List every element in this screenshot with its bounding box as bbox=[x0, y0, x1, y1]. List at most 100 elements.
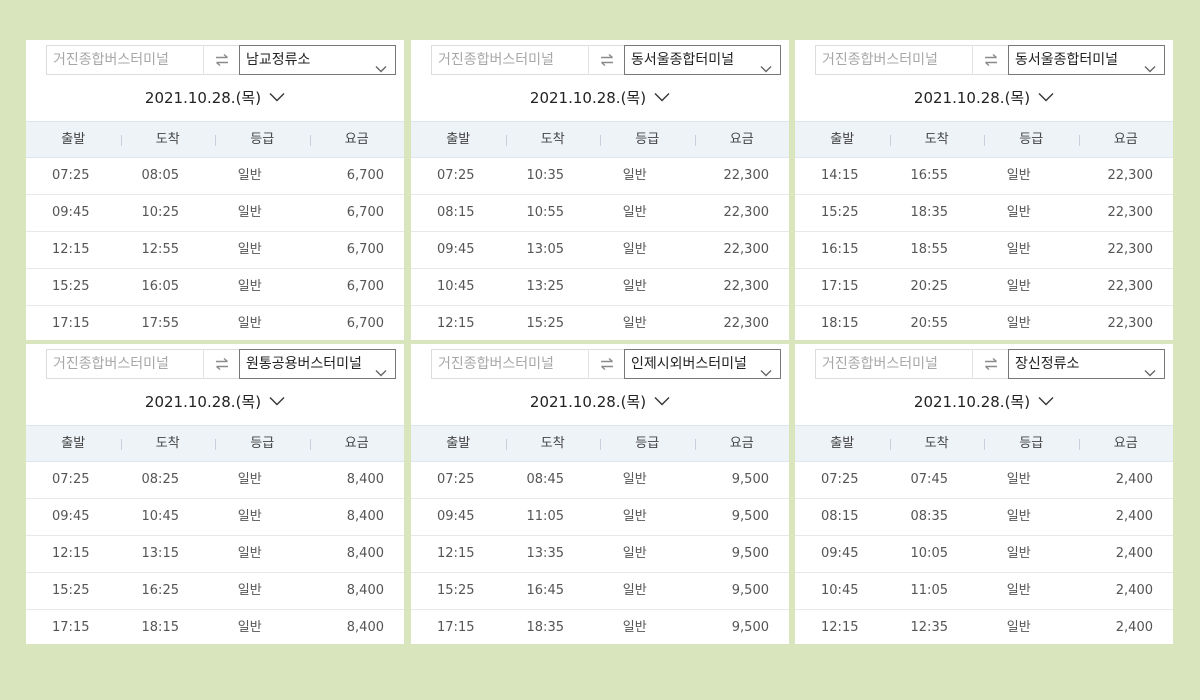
arrival-time: 18:15 bbox=[141, 620, 179, 635]
swap-arrows-icon[interactable] bbox=[972, 45, 1008, 75]
table-row[interactable]: 12:15 13:15 일반 8,400 bbox=[26, 536, 404, 573]
fare-amount: 8,400 bbox=[346, 620, 384, 635]
chevron-down-icon bbox=[1038, 88, 1054, 106]
bus-grade: 일반 bbox=[1006, 279, 1031, 294]
date-selector[interactable]: 2021.10.28.(목) bbox=[411, 388, 789, 414]
fare-amount: 2,400 bbox=[1115, 472, 1153, 487]
table-row[interactable]: 15:25 16:45 일반 9,500 bbox=[411, 573, 789, 610]
arrival-time: 16:25 bbox=[141, 583, 179, 598]
origin-field[interactable]: 거진종합버스터미널 bbox=[431, 45, 588, 75]
fare-amount: 6,700 bbox=[346, 316, 384, 331]
table-header: 출발 도착 등급 요금 bbox=[795, 121, 1173, 158]
bus-grade: 일반 bbox=[1006, 620, 1031, 635]
departure-time: 09:45 bbox=[437, 509, 475, 524]
table-row[interactable]: 15:25 16:05 일반 6,700 bbox=[26, 269, 404, 306]
column-header-arrival: 도착 bbox=[505, 122, 601, 157]
table-row[interactable]: 15:25 16:25 일반 8,400 bbox=[26, 573, 404, 610]
swap-arrows-icon[interactable] bbox=[588, 349, 624, 379]
table-row[interactable]: 17:15 18:15 일반 8,400 bbox=[26, 610, 404, 644]
bus-grade: 일반 bbox=[1006, 242, 1031, 257]
table-row[interactable]: 10:45 11:05 일반 2,400 bbox=[795, 573, 1173, 610]
table-row[interactable]: 12:15 15:25 일반 22,300 bbox=[411, 306, 789, 340]
fare-amount: 2,400 bbox=[1115, 620, 1153, 635]
destination-select[interactable]: 장신정류소 bbox=[1008, 349, 1165, 379]
column-header-fare: 요금 bbox=[694, 426, 790, 461]
fare-amount: 8,400 bbox=[346, 472, 384, 487]
date-selector[interactable]: 2021.10.28.(목) bbox=[795, 84, 1173, 110]
table-row[interactable]: 15:25 18:35 일반 22,300 bbox=[795, 195, 1173, 232]
table-row[interactable]: 07:25 07:45 일반 2,400 bbox=[795, 462, 1173, 499]
destination-select[interactable]: 동서울종합터미널 bbox=[624, 45, 781, 75]
table-header: 출발 도착 등급 요금 bbox=[26, 121, 404, 158]
departure-time: 12:15 bbox=[52, 242, 90, 257]
arrival-time: 07:45 bbox=[910, 472, 948, 487]
table-row[interactable]: 09:45 11:05 일반 9,500 bbox=[411, 499, 789, 536]
table-row[interactable]: 10:45 13:25 일반 22,300 bbox=[411, 269, 789, 306]
origin-field[interactable]: 거진종합버스터미널 bbox=[46, 349, 203, 379]
date-selector[interactable]: 2021.10.28.(목) bbox=[26, 388, 404, 414]
arrival-time: 13:05 bbox=[526, 242, 564, 257]
table-row[interactable]: 16:15 18:55 일반 22,300 bbox=[795, 232, 1173, 269]
fare-amount: 6,700 bbox=[346, 242, 384, 257]
destination-label: 남교정류소 bbox=[246, 52, 311, 68]
table-row[interactable]: 18:15 20:55 일반 22,300 bbox=[795, 306, 1173, 340]
destination-select[interactable]: 동서울종합터미널 bbox=[1008, 45, 1165, 75]
bus-grade: 일반 bbox=[1006, 509, 1031, 524]
table-row[interactable]: 09:45 10:45 일반 8,400 bbox=[26, 499, 404, 536]
table-row[interactable]: 17:15 20:25 일반 22,300 bbox=[795, 269, 1173, 306]
table-row[interactable]: 08:15 08:35 일반 2,400 bbox=[795, 499, 1173, 536]
column-header-grade: 등급 bbox=[600, 122, 695, 157]
origin-field[interactable]: 거진종합버스터미널 bbox=[815, 349, 972, 379]
departure-time: 15:25 bbox=[821, 205, 859, 220]
route-search-bar: 거진종합버스터미널 인제시외버스터미널 bbox=[431, 349, 781, 379]
departure-time: 09:45 bbox=[821, 546, 859, 561]
table-row[interactable]: 09:45 10:05 일반 2,400 bbox=[795, 536, 1173, 573]
table-row[interactable]: 12:15 12:35 일반 2,400 bbox=[795, 610, 1173, 644]
destination-label: 동서울종합터미널 bbox=[631, 52, 735, 68]
table-header: 출발 도착 등급 요금 bbox=[795, 425, 1173, 462]
table-row[interactable]: 12:15 13:35 일반 9,500 bbox=[411, 536, 789, 573]
origin-field[interactable]: 거진종합버스터미널 bbox=[46, 45, 203, 75]
table-row[interactable]: 09:45 10:25 일반 6,700 bbox=[26, 195, 404, 232]
table-row[interactable]: 07:25 08:05 일반 6,700 bbox=[26, 158, 404, 195]
column-header-arrival: 도착 bbox=[505, 426, 601, 461]
swap-arrows-icon[interactable] bbox=[203, 349, 239, 379]
swap-arrows-icon[interactable] bbox=[972, 349, 1008, 379]
swap-arrows-icon[interactable] bbox=[203, 45, 239, 75]
date-label: 2021.10.28.(목) bbox=[144, 392, 262, 411]
destination-select[interactable]: 남교정류소 bbox=[239, 45, 396, 75]
destination-select[interactable]: 원통공용버스터미널 bbox=[239, 349, 396, 379]
date-label: 2021.10.28.(목) bbox=[913, 88, 1031, 107]
departure-time: 12:15 bbox=[52, 546, 90, 561]
table-row[interactable]: 08:15 10:55 일반 22,300 bbox=[411, 195, 789, 232]
arrival-time: 10:55 bbox=[526, 205, 564, 220]
departure-time: 15:25 bbox=[52, 583, 90, 598]
table-row[interactable]: 09:45 13:05 일반 22,300 bbox=[411, 232, 789, 269]
table-row[interactable]: 12:15 12:55 일반 6,700 bbox=[26, 232, 404, 269]
date-label: 2021.10.28.(목) bbox=[913, 392, 1031, 411]
arrival-time: 10:05 bbox=[910, 546, 948, 561]
arrival-time: 11:05 bbox=[910, 583, 948, 598]
arrival-time: 16:05 bbox=[141, 279, 179, 294]
departure-time: 17:15 bbox=[437, 620, 475, 635]
date-selector[interactable]: 2021.10.28.(목) bbox=[795, 388, 1173, 414]
column-header-departure: 출발 bbox=[830, 436, 855, 451]
bus-grade: 일반 bbox=[1006, 316, 1031, 331]
swap-arrows-icon[interactable] bbox=[588, 45, 624, 75]
table-row[interactable]: 07:25 08:25 일반 8,400 bbox=[26, 462, 404, 499]
table-row[interactable]: 07:25 08:45 일반 9,500 bbox=[411, 462, 789, 499]
origin-field[interactable]: 거진종합버스터미널 bbox=[815, 45, 972, 75]
bus-grade: 일반 bbox=[622, 205, 647, 220]
table-row[interactable]: 07:25 10:35 일반 22,300 bbox=[411, 158, 789, 195]
fare-amount: 8,400 bbox=[346, 546, 384, 561]
fare-amount: 22,300 bbox=[723, 242, 770, 257]
destination-select[interactable]: 인제시외버스터미널 bbox=[624, 349, 781, 379]
table-row[interactable]: 14:15 16:55 일반 22,300 bbox=[795, 158, 1173, 195]
date-selector[interactable]: 2021.10.28.(목) bbox=[411, 84, 789, 110]
table-row[interactable]: 17:15 18:35 일반 9,500 bbox=[411, 610, 789, 644]
departure-time: 15:25 bbox=[52, 279, 90, 294]
departure-time: 10:45 bbox=[437, 279, 475, 294]
table-row[interactable]: 17:15 17:55 일반 6,700 bbox=[26, 306, 404, 340]
date-selector[interactable]: 2021.10.28.(목) bbox=[26, 84, 404, 110]
origin-field[interactable]: 거진종합버스터미널 bbox=[431, 349, 588, 379]
